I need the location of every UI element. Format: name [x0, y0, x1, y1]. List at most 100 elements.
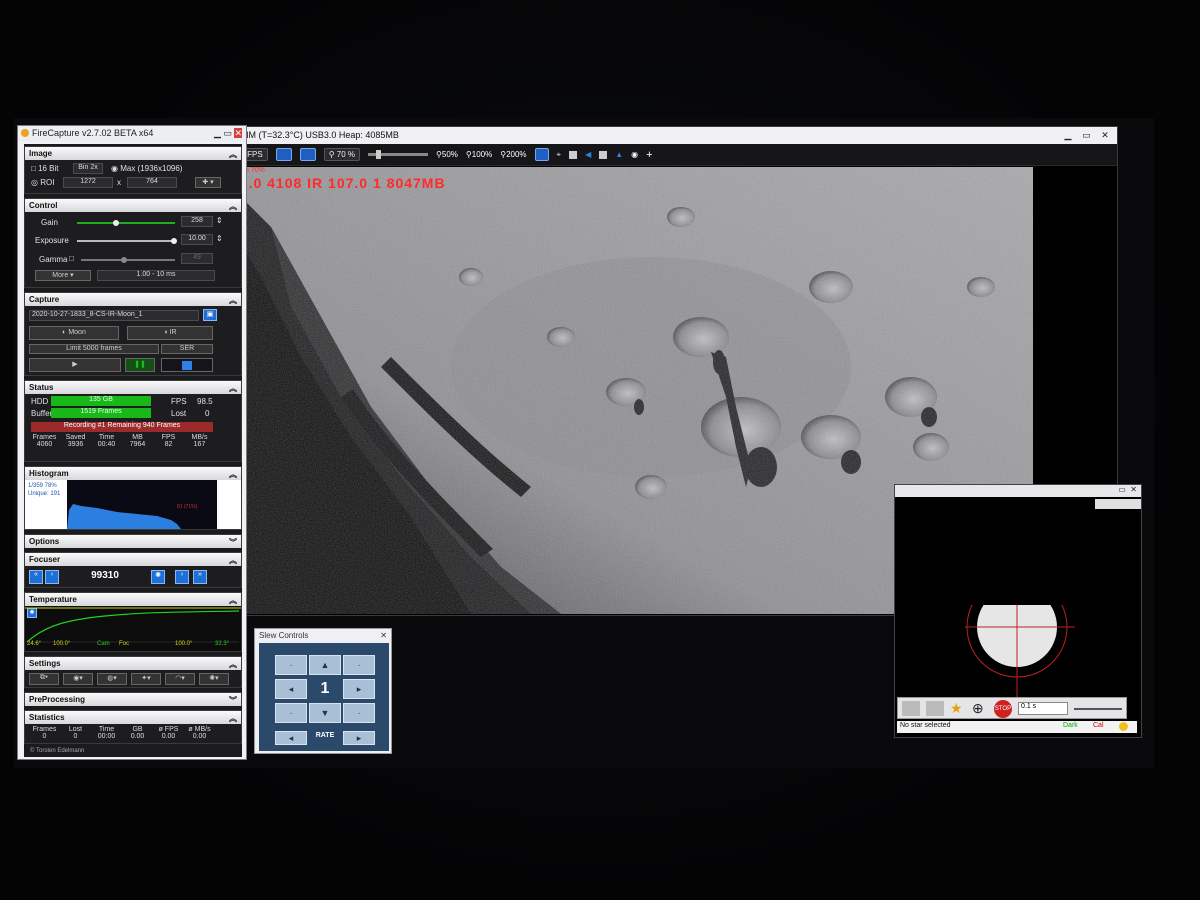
- focus-fast-out-button[interactable]: »: [193, 570, 207, 584]
- slew-nw-button[interactable]: ·: [275, 655, 307, 675]
- runner-icon[interactable]: [534, 148, 549, 161]
- close-icon[interactable]: ✕: [380, 631, 387, 640]
- color-settings-button[interactable]: ◍▾: [97, 673, 127, 685]
- gamma-checkbox[interactable]: □: [69, 254, 74, 263]
- target-select[interactable]: ◐ Moon: [29, 326, 119, 340]
- bin2x-checkbox[interactable]: Bin 2x: [73, 163, 103, 174]
- record-icon[interactable]: ◉: [631, 150, 638, 159]
- capture-window-titlebar[interactable]: 90MM (T=32.3°C) USB3.0 Heap: 4085MB ▁ ▭ …: [227, 127, 1117, 144]
- crosshair-icon[interactable]: ⊕: [972, 700, 984, 717]
- format-select[interactable]: SER: [161, 344, 213, 354]
- zoom-100-button[interactable]: ⚲100%: [466, 150, 492, 159]
- pin-icon[interactable]: ⌖: [557, 150, 562, 160]
- max-resolution-radio[interactable]: ◉ Max (1936x1096): [111, 164, 182, 173]
- focuser-section-header[interactable]: Focuser ︽: [25, 553, 241, 566]
- bit16-checkbox[interactable]: □ 16 Bit: [31, 164, 59, 173]
- star-icon[interactable]: ★: [950, 700, 963, 717]
- focus-out-button[interactable]: ›: [175, 570, 189, 584]
- rate-increase-button[interactable]: ▸: [343, 731, 375, 745]
- gain-value-input[interactable]: 258: [181, 216, 213, 227]
- control-section-header[interactable]: Control ︽: [25, 199, 241, 212]
- warning-icon[interactable]: ▲: [615, 150, 623, 159]
- firecapture-titlebar[interactable]: FireCapture v2.7.02 BETA x64 ▁ ▭ ✕: [18, 126, 246, 142]
- camera-settings-button[interactable]: ◉▾: [63, 673, 93, 685]
- exposure-slider-knob[interactable]: [171, 238, 177, 244]
- pause-button[interactable]: ❚❚: [125, 358, 155, 372]
- close-icon[interactable]: ✕: [234, 128, 242, 138]
- settings-section-header[interactable]: Settings ︽: [25, 657, 241, 670]
- settings-section: Settings ︽ ⧉▾ ◉▾ ◍▾ ✦▾ ◠▾ ✺▾: [24, 656, 242, 688]
- gamma-slider[interactable]: [81, 259, 175, 261]
- filename-field[interactable]: 2020-10-27-1833_8-CS-IR-Moon_1: [29, 310, 199, 321]
- slew-north-button[interactable]: ▲: [309, 655, 341, 675]
- refresh-icon[interactable]: [926, 701, 944, 716]
- status-section-header[interactable]: Status ︽: [25, 381, 241, 394]
- slew-sw-button[interactable]: ·: [275, 703, 307, 723]
- zoom-slider[interactable]: [368, 150, 429, 159]
- flip-icon[interactable]: ◀: [585, 150, 591, 159]
- gain-spinner[interactable]: ⇕: [216, 216, 223, 225]
- roi-menu-button[interactable]: ✚ ▾: [195, 177, 221, 188]
- focus-fast-in-button[interactable]: «: [29, 570, 43, 584]
- checkbox-1[interactable]: [569, 150, 578, 159]
- exposure-slider[interactable]: [77, 240, 175, 242]
- guiding-panel-strip: [1095, 499, 1141, 509]
- monitor-icon[interactable]: [275, 148, 292, 161]
- fit-screen-icon[interactable]: [299, 148, 316, 161]
- stop-icon[interactable]: STOP: [994, 700, 1012, 718]
- minimize-icon[interactable]: ▁: [1060, 130, 1076, 141]
- guiding-window-titlebar[interactable]: ▭ ✕: [895, 485, 1141, 497]
- play-button[interactable]: ▶: [29, 358, 121, 372]
- gamma-slider-knob[interactable]: [121, 257, 127, 263]
- zoom-200-button[interactable]: ⚲200%: [500, 150, 526, 159]
- pencil-icon[interactable]: [902, 701, 920, 716]
- firecapture-title: FireCapture v2.7.02 BETA x64: [32, 128, 154, 138]
- slew-east-button[interactable]: ▸: [343, 679, 375, 699]
- zoom-50-button[interactable]: ⚲50%: [436, 150, 458, 159]
- close-icon[interactable]: ✕: [1097, 130, 1113, 141]
- zoom-level-button[interactable]: ⚲ 70 %: [323, 148, 361, 161]
- slew-ne-button[interactable]: ·: [343, 655, 375, 675]
- roi-width-input[interactable]: 1272: [63, 177, 113, 188]
- profile-button[interactable]: ⧉▾: [29, 673, 59, 685]
- focus-in-button[interactable]: ‹: [45, 570, 59, 584]
- stop-button[interactable]: [161, 358, 213, 372]
- slew-west-button[interactable]: ◂: [275, 679, 307, 699]
- exposure-spinner[interactable]: ⇕: [216, 234, 223, 243]
- statistics-section-header[interactable]: Statistics ︽: [25, 711, 241, 724]
- exposure-select[interactable]: 0.1 s: [1018, 702, 1068, 715]
- maximize-icon[interactable]: ▭: [1118, 485, 1130, 497]
- histogram-section-header[interactable]: Histogram ︽: [25, 467, 241, 480]
- slew-south-button[interactable]: ▼: [309, 703, 341, 723]
- guide-slider[interactable]: [1074, 708, 1122, 710]
- roi-height-input[interactable]: 764: [127, 177, 177, 188]
- close-icon[interactable]: ✕: [1130, 485, 1137, 497]
- effects-button[interactable]: ✦▾: [131, 673, 161, 685]
- image-section-header[interactable]: Image ︽: [25, 147, 241, 160]
- preprocessing-section-header[interactable]: PreProcessing ︾: [25, 693, 241, 706]
- maximize-icon[interactable]: ▭: [223, 128, 234, 138]
- gain-slider[interactable]: [77, 222, 175, 224]
- capture-section-header[interactable]: Capture ︽: [25, 293, 241, 306]
- maximize-icon[interactable]: ▭: [1078, 130, 1094, 141]
- table-header: Frames: [32, 434, 57, 441]
- frame-limit-button[interactable]: Limit 5000 frames: [29, 344, 159, 354]
- checkbox-2[interactable]: [599, 150, 608, 159]
- roi-radio[interactable]: ◎ ROI: [31, 178, 54, 187]
- gamma-value-input[interactable]: 49: [181, 253, 213, 264]
- exposure-value-input[interactable]: 10.00: [181, 234, 213, 245]
- options-section-header[interactable]: Options ︾: [25, 535, 241, 548]
- rate-decrease-button[interactable]: ◂: [275, 731, 307, 745]
- plus-icon[interactable]: +: [646, 149, 652, 161]
- gain-slider-knob[interactable]: [113, 220, 119, 226]
- filter-select[interactable]: ◑ IR: [127, 326, 213, 340]
- advanced-settings-button[interactable]: ✺▾: [199, 673, 229, 685]
- slew-se-button[interactable]: ·: [343, 703, 375, 723]
- focuser-settings-icon[interactable]: ✺: [151, 570, 165, 584]
- view-settings-button[interactable]: ◠▾: [165, 673, 195, 685]
- more-button[interactable]: More ▾: [35, 270, 91, 281]
- exposure-range-select[interactable]: 1.00 - 10 ms: [97, 270, 215, 281]
- temperature-section-header[interactable]: Temperature ︽: [25, 593, 241, 606]
- folder-icon[interactable]: ▣: [203, 309, 217, 321]
- slew-titlebar[interactable]: Slew Controls ✕: [255, 629, 391, 642]
